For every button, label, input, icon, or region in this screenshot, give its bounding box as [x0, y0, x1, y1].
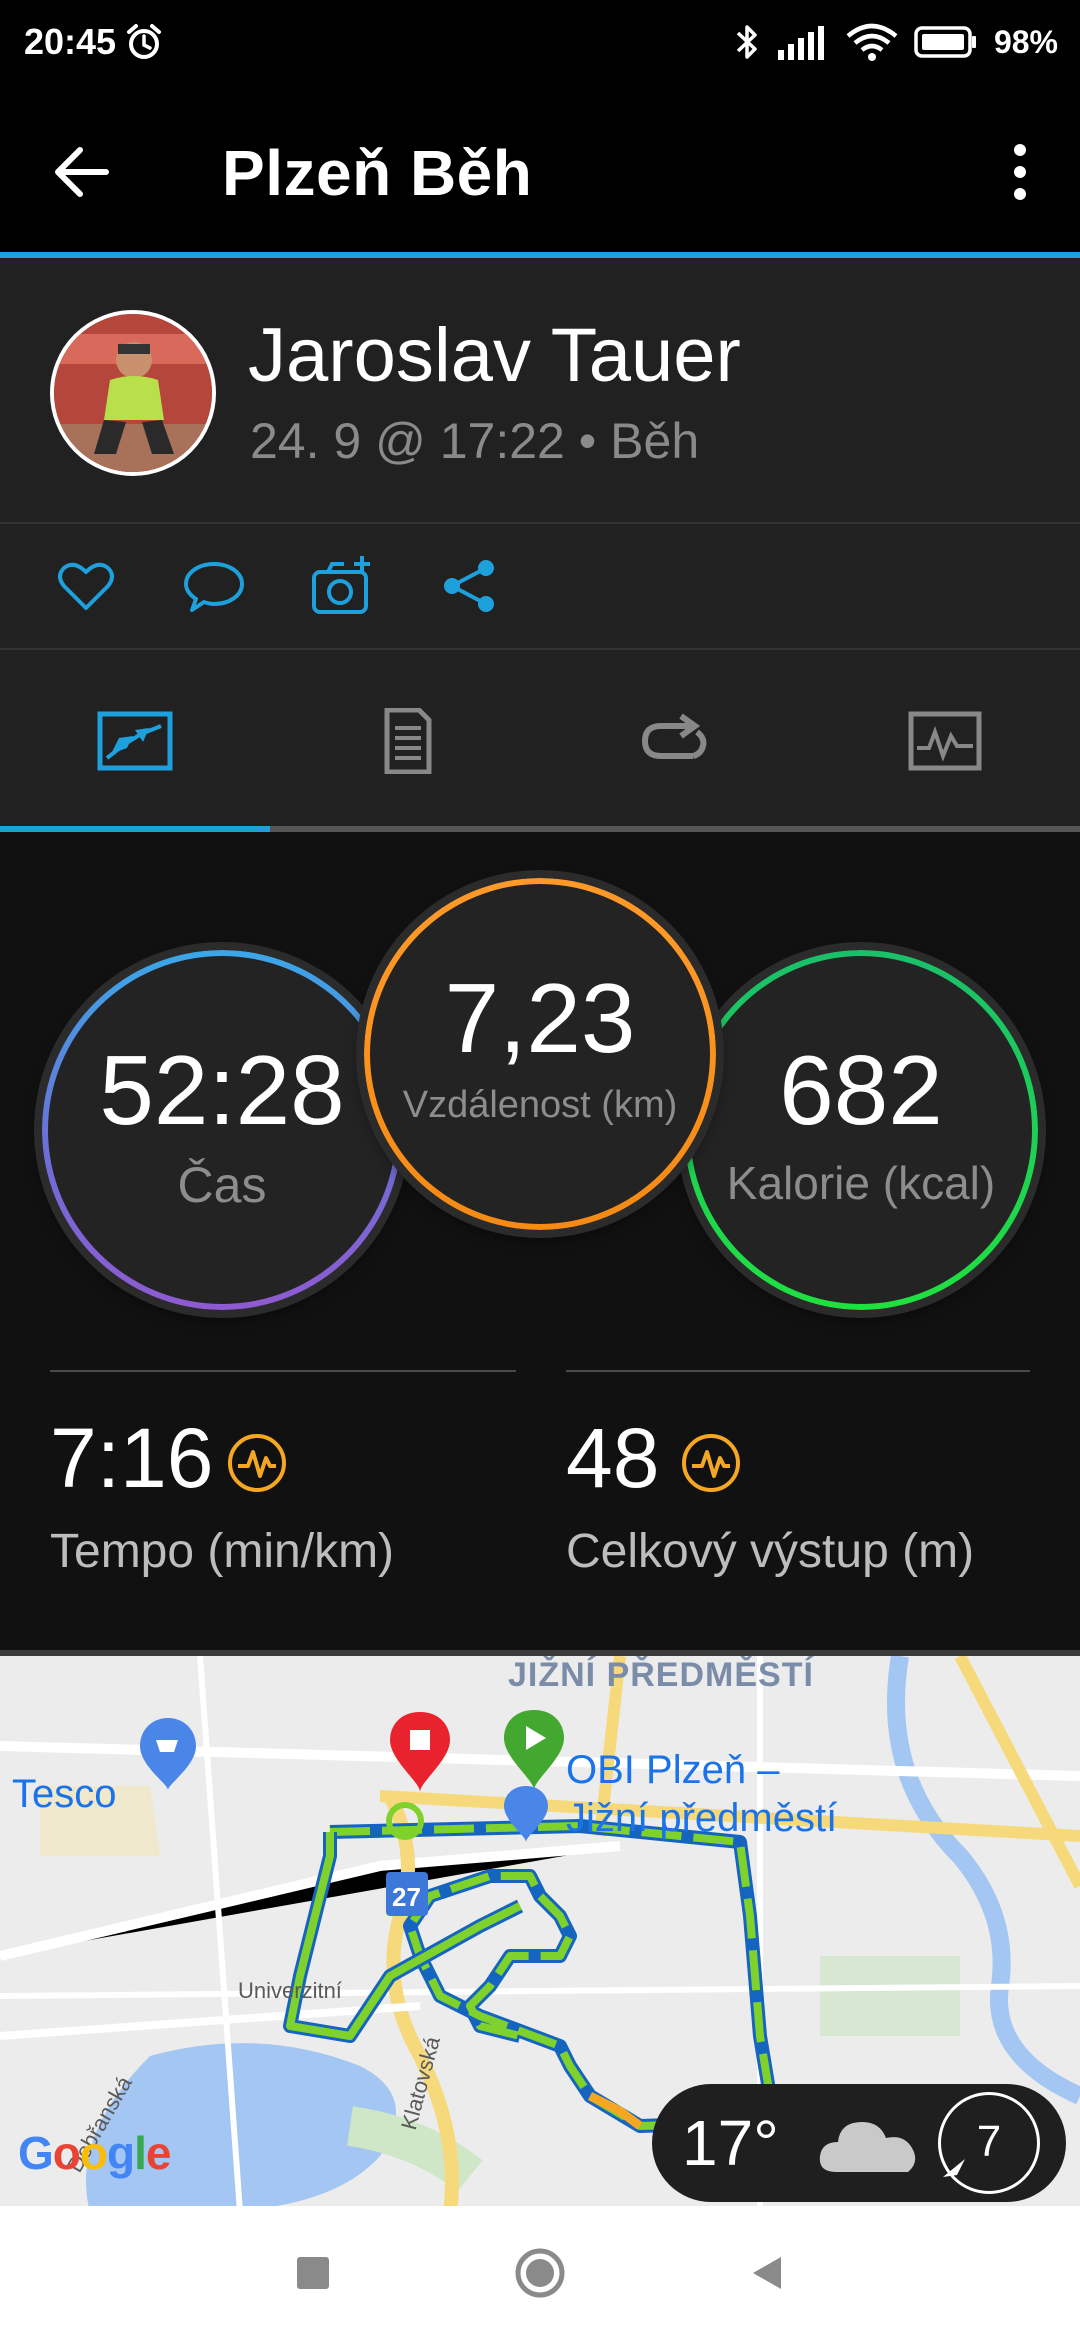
tab-details[interactable]	[270, 650, 540, 832]
wind-direction-icon	[943, 2159, 965, 2177]
circle-home-icon	[515, 2248, 565, 2298]
calories-label: Kalorie (kcal)	[726, 1157, 996, 1209]
recent-apps-button[interactable]	[283, 2243, 343, 2303]
calories-value: 682	[779, 1035, 943, 1145]
elevation-chart-icon	[682, 1434, 740, 1492]
map-poi-obi-line1: OBI Plzeň –	[566, 1748, 780, 1792]
document-icon	[384, 708, 432, 774]
weather-temperature: 17°	[682, 2107, 779, 2179]
back-button[interactable]	[737, 2243, 797, 2303]
tab-bar	[0, 650, 1080, 832]
time-label: Čas	[177, 1157, 267, 1213]
distance-value: 7,23	[444, 963, 636, 1073]
cloud-icon	[819, 2122, 916, 2172]
time-ring: 52:28 Čas	[42, 950, 402, 1310]
route-map[interactable]: JIŽNÍ PŘEDMĚSTÍ Tesco OBI Plzeň – Jižní …	[0, 1650, 1080, 2206]
overview-map-icon	[97, 711, 173, 771]
weather-widget[interactable]: 17° 7	[652, 2084, 1066, 2202]
avatar-photo	[54, 314, 212, 472]
google-logo: Google	[18, 2127, 171, 2179]
wifi-icon	[846, 23, 898, 61]
system-nav-bar	[0, 2206, 1080, 2340]
triangle-back-icon	[752, 2257, 781, 2289]
status-time: 20:45	[24, 21, 117, 62]
heart-rate-chart-icon	[228, 1434, 286, 1492]
status-left: 20:45	[24, 21, 164, 63]
climb-label: Celkový výstup (m)	[566, 1525, 975, 1578]
map-poi-tesco[interactable]: Tesco	[12, 1772, 117, 1817]
add-photo-icon[interactable]	[310, 554, 374, 618]
square-icon	[297, 2257, 330, 2289]
tempo-value: 7:16	[50, 1411, 214, 1505]
laps-loop-icon	[641, 713, 707, 759]
stats-panel: 52:28 Čas 682 Kalorie (kcal) 7,23 Vzdále…	[0, 832, 1080, 1650]
map-road-univerzitni: Univerzitní	[238, 1978, 342, 2003]
map-poi-obi-line2: Jižní předměstí	[566, 1796, 838, 1840]
map-poi-obi[interactable]: OBI Plzeň – Jižní předměstí	[566, 1746, 837, 1842]
action-bar	[0, 524, 1080, 650]
comment-icon[interactable]	[182, 554, 246, 618]
activity-title: Plzeň Běh	[222, 137, 533, 209]
athlete-name: Jaroslav Tauer	[248, 313, 741, 398]
distance-ring: 7,23 Vzdálenost (km)	[364, 878, 716, 1230]
time-value: 52:28	[99, 1035, 345, 1145]
map-area-label: JIŽNÍ PŘEDMĚSTÍ	[508, 1656, 814, 1694]
status-bar: 20:45 98%	[0, 0, 1080, 84]
alarm-icon	[127, 24, 162, 59]
calories-ring: 682 Kalorie (kcal)	[684, 950, 1038, 1310]
tempo-label: Tempo (min/km)	[50, 1525, 395, 1578]
tab-overview[interactable]	[0, 650, 270, 832]
avatar[interactable]	[50, 310, 216, 476]
battery-percent: 98%	[993, 23, 1058, 60]
share-icon[interactable]	[438, 554, 502, 618]
tempo-metric[interactable]: 7:16 Tempo (min/km)	[50, 1370, 516, 1578]
wind-indicator: 7	[938, 2092, 1040, 2194]
activity-date-type: 24. 9 @ 17:22 • Běh	[250, 413, 700, 469]
tab-laps[interactable]	[540, 650, 810, 832]
app-bar: Plzeň Běh	[0, 84, 1080, 258]
signal-icon	[777, 26, 824, 60]
distance-label: Vzdálenost (km)	[402, 1084, 678, 1126]
climb-value: 48	[566, 1411, 660, 1505]
status-right: 98%	[734, 22, 1058, 62]
chart-icon	[908, 711, 982, 771]
tab-charts[interactable]	[810, 650, 1080, 832]
climb-metric[interactable]: 48 Celkový výstup (m)	[566, 1370, 1030, 1578]
profile-header: Jaroslav Tauer 24. 9 @ 17:22 • Běh	[0, 258, 1080, 524]
heart-icon[interactable]	[54, 554, 118, 618]
home-button[interactable]	[510, 2243, 570, 2303]
bluetooth-icon	[736, 25, 757, 59]
more-options-icon[interactable]	[996, 140, 1044, 204]
map-road-number: 27	[392, 1882, 421, 1912]
battery-icon	[914, 26, 976, 58]
back-arrow-icon[interactable]	[48, 138, 116, 206]
